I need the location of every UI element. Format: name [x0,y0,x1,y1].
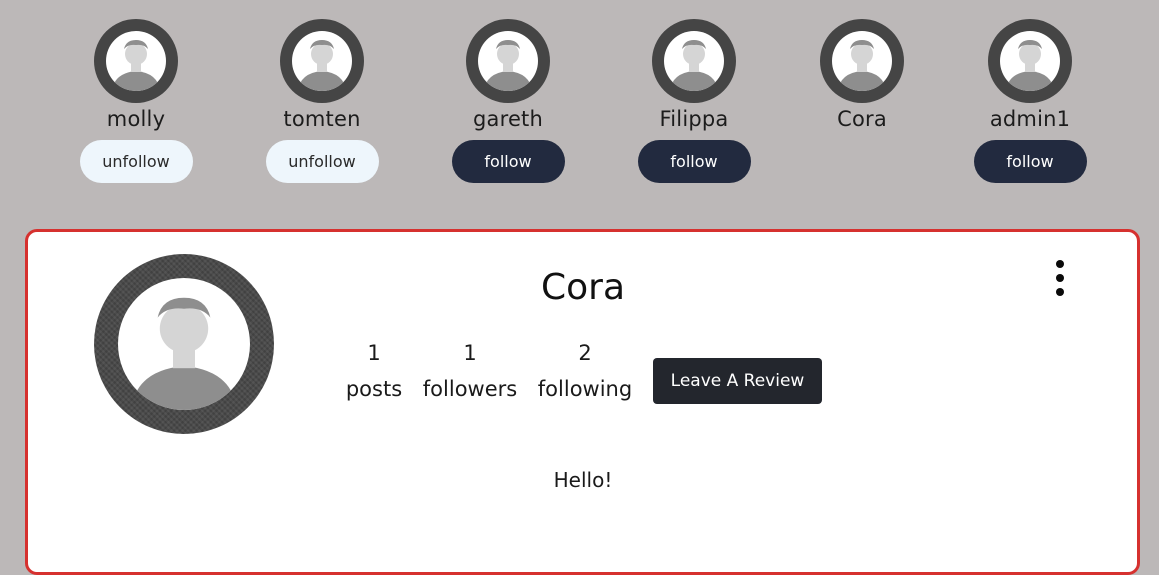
default-avatar-icon [292,31,352,91]
unfollow-button[interactable]: unfollow [79,140,193,183]
default-avatar-icon [106,31,166,91]
user-card-gareth: gareth follow [451,19,565,183]
stat-value: 1 [463,341,477,365]
username[interactable]: molly [107,106,165,132]
profile-name: Cora [540,267,626,308]
menu-dot [1056,260,1064,268]
profile-avatar [94,254,274,434]
unfollow-button[interactable]: unfollow [265,140,379,183]
default-avatar-icon [478,31,538,91]
username[interactable]: Cora [837,106,887,132]
default-avatar-icon [1000,31,1060,91]
user-avatar[interactable] [94,19,178,103]
stat-label: following [537,377,633,401]
user-avatar[interactable] [466,19,550,103]
kebab-menu-icon[interactable] [1048,260,1072,296]
menu-dot [1056,274,1064,282]
user-card-cora: Cora [805,19,919,132]
suggested-users-strip: molly unfollow tomten unfollow gareth fo… [0,0,1159,200]
stat-followers[interactable]: 1 followers [420,340,520,403]
user-card-admin1: admin1 follow [973,19,1087,183]
username[interactable]: gareth [473,106,543,132]
username[interactable]: tomten [283,106,360,132]
username[interactable]: Filippa [660,106,729,132]
user-avatar[interactable] [820,19,904,103]
default-avatar-icon [118,278,250,410]
stat-label: posts [345,377,403,401]
profile-card: Cora 1 posts 1 followers 2 following Lea… [25,229,1140,575]
stat-following[interactable]: 2 following [533,340,637,403]
stat-label: followers [422,377,518,401]
user-card-molly: molly unfollow [79,19,193,183]
user-avatar[interactable] [280,19,364,103]
profile-bio: Hello! [553,468,613,492]
follow-button[interactable]: follow [451,140,565,183]
leave-review-button[interactable]: Leave A Review [653,358,822,404]
stat-posts[interactable]: 1 posts [338,340,410,403]
menu-dot [1056,288,1064,296]
user-card-filippa: Filippa follow [637,19,751,183]
stat-value: 1 [367,341,381,365]
follow-button[interactable]: follow [637,140,751,183]
stat-value: 2 [578,341,592,365]
user-avatar[interactable] [988,19,1072,103]
user-card-tomten: tomten unfollow [265,19,379,183]
follow-button[interactable]: follow [973,140,1087,183]
default-avatar-icon [832,31,892,91]
username[interactable]: admin1 [990,106,1070,132]
default-avatar-icon [664,31,724,91]
user-avatar[interactable] [652,19,736,103]
